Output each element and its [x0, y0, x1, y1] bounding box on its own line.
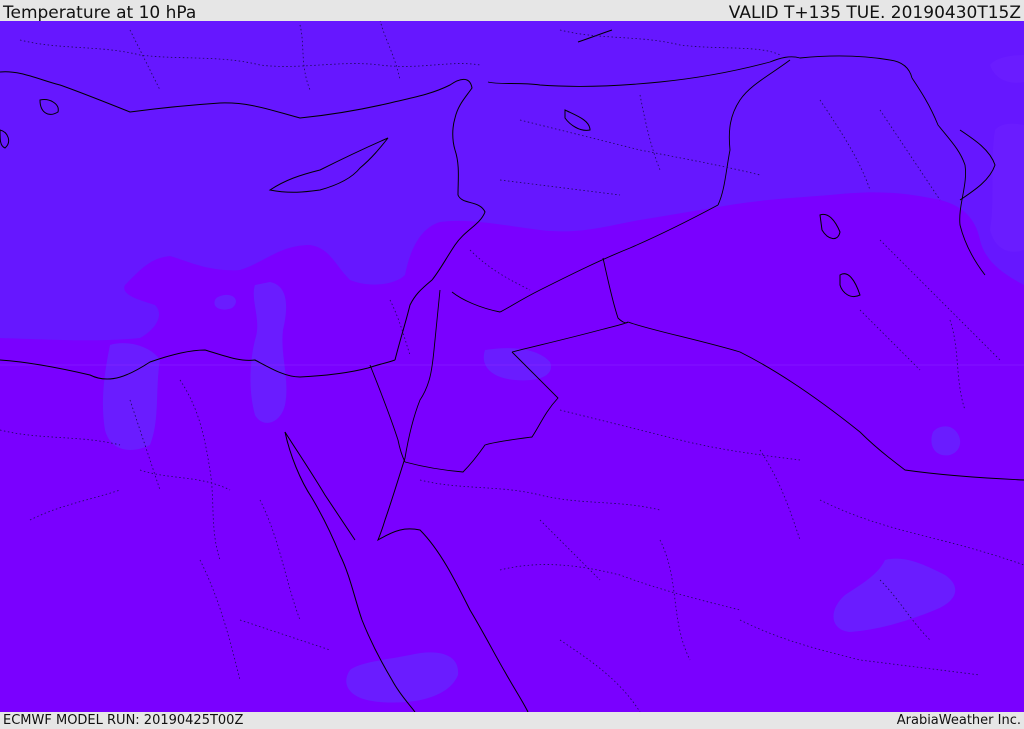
cool-blob-nile	[250, 282, 287, 423]
map-title: Temperature at 10 hPa	[3, 3, 197, 23]
cool-blob-cyprus	[214, 294, 236, 310]
credit-label: ArabiaWeather Inc.	[896, 713, 1021, 728]
cool-blob-iraq	[931, 426, 961, 456]
model-run-label: ECMWF MODEL RUN: 20190425T00Z	[3, 713, 244, 728]
cool-temperature-region	[0, 21, 1024, 341]
footer-bar: ECMWF MODEL RUN: 20190425T00Z ArabiaWeat…	[0, 712, 1024, 729]
cool-blob-saudi	[833, 558, 956, 632]
cool-blob-eastmargin	[990, 123, 1024, 252]
map-canvas	[0, 21, 1024, 712]
temperature-map[interactable]	[0, 21, 1024, 712]
cool-blob-libya	[102, 343, 160, 450]
valid-time: VALID T+135 TUE. 20190430T15Z	[728, 3, 1021, 23]
header-bar: Temperature at 10 hPa VALID T+135 TUE. 2…	[0, 0, 1024, 23]
cool-blob-jordan	[483, 348, 551, 381]
